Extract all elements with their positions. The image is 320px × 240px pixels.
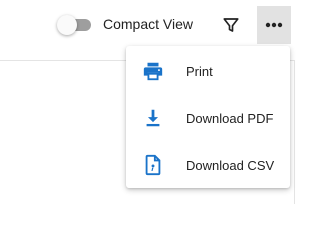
menu-item-download-csv[interactable]: Download CSV [126, 142, 290, 188]
menu-item-label: Download PDF [186, 111, 274, 126]
menu-item-label: Download CSV [186, 158, 275, 173]
menu-item-download-pdf[interactable]: Download PDF [126, 95, 290, 141]
compact-view-toggle[interactable] [57, 15, 93, 35]
content-edge [294, 60, 295, 204]
compact-view-label: Compact View [103, 16, 194, 32]
menu-item-print[interactable]: Print [126, 48, 290, 94]
more-options-menu: Print Download PDF Download CSV [126, 46, 290, 188]
filter-button[interactable] [218, 12, 244, 38]
toolbar: Compact View [0, 0, 314, 50]
csv-file-icon [142, 154, 164, 176]
more-horizontal-icon [265, 22, 283, 28]
filter-icon [223, 18, 239, 32]
more-options-button[interactable] [257, 6, 291, 44]
download-icon [142, 107, 164, 129]
page: Compact View Print Download PDF Download… [0, 0, 314, 204]
menu-item-label: Print [186, 64, 213, 79]
toggle-knob [57, 15, 77, 35]
print-icon [142, 60, 164, 82]
